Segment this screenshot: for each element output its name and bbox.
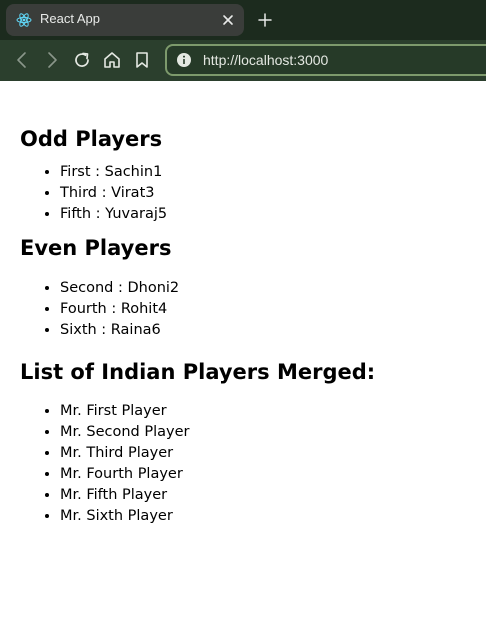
list-item: Mr. Fifth Player: [60, 485, 486, 506]
close-icon[interactable]: [220, 12, 236, 28]
list-item: Mr. Sixth Player: [60, 506, 486, 527]
url-text[interactable]: http://localhost:3000: [203, 52, 328, 68]
list-item: Mr. Fourth Player: [60, 464, 486, 485]
list-item: Fourth : Rohit4: [60, 299, 486, 320]
home-icon[interactable]: [102, 50, 122, 70]
even-players-list: Second : Dhoni2 Fourth : Rohit4 Sixth : …: [20, 278, 486, 341]
list-item: Second : Dhoni2: [60, 278, 486, 299]
forward-arrow-icon[interactable]: [42, 50, 62, 70]
odd-players-heading: Odd Players: [20, 127, 163, 151]
browser-tab[interactable]: React App: [6, 4, 244, 36]
info-icon[interactable]: [176, 52, 192, 68]
odd-players-list: First : Sachin1 Third : Virat3 Fifth : Y…: [20, 162, 486, 225]
list-item: Sixth : Raina6: [60, 320, 486, 341]
browser-toolbar: http://localhost:3000: [0, 40, 486, 81]
list-item: Third : Virat3: [60, 183, 486, 204]
tab-title: React App: [40, 11, 100, 26]
back-arrow-icon[interactable]: [12, 50, 32, 70]
list-item: Fifth : Yuvaraj5: [60, 204, 486, 225]
merged-players-list: Mr. First Player Mr. Second Player Mr. T…: [20, 401, 486, 527]
address-bar[interactable]: http://localhost:3000: [165, 44, 486, 76]
merged-players-heading: List of Indian Players Merged:: [20, 360, 376, 384]
react-logo-icon: [16, 13, 32, 27]
reload-icon[interactable]: [72, 50, 92, 70]
list-item: Mr. Second Player: [60, 422, 486, 443]
even-players-heading: Even Players: [20, 236, 172, 260]
bookmark-icon[interactable]: [132, 50, 152, 70]
tab-strip: React App: [0, 0, 486, 40]
page-content: Odd Players First : Sachin1 Third : Vira…: [0, 81, 486, 623]
list-item: First : Sachin1: [60, 162, 486, 183]
list-item: Mr. Third Player: [60, 443, 486, 464]
list-item: Mr. First Player: [60, 401, 486, 422]
plus-icon[interactable]: [256, 11, 274, 29]
